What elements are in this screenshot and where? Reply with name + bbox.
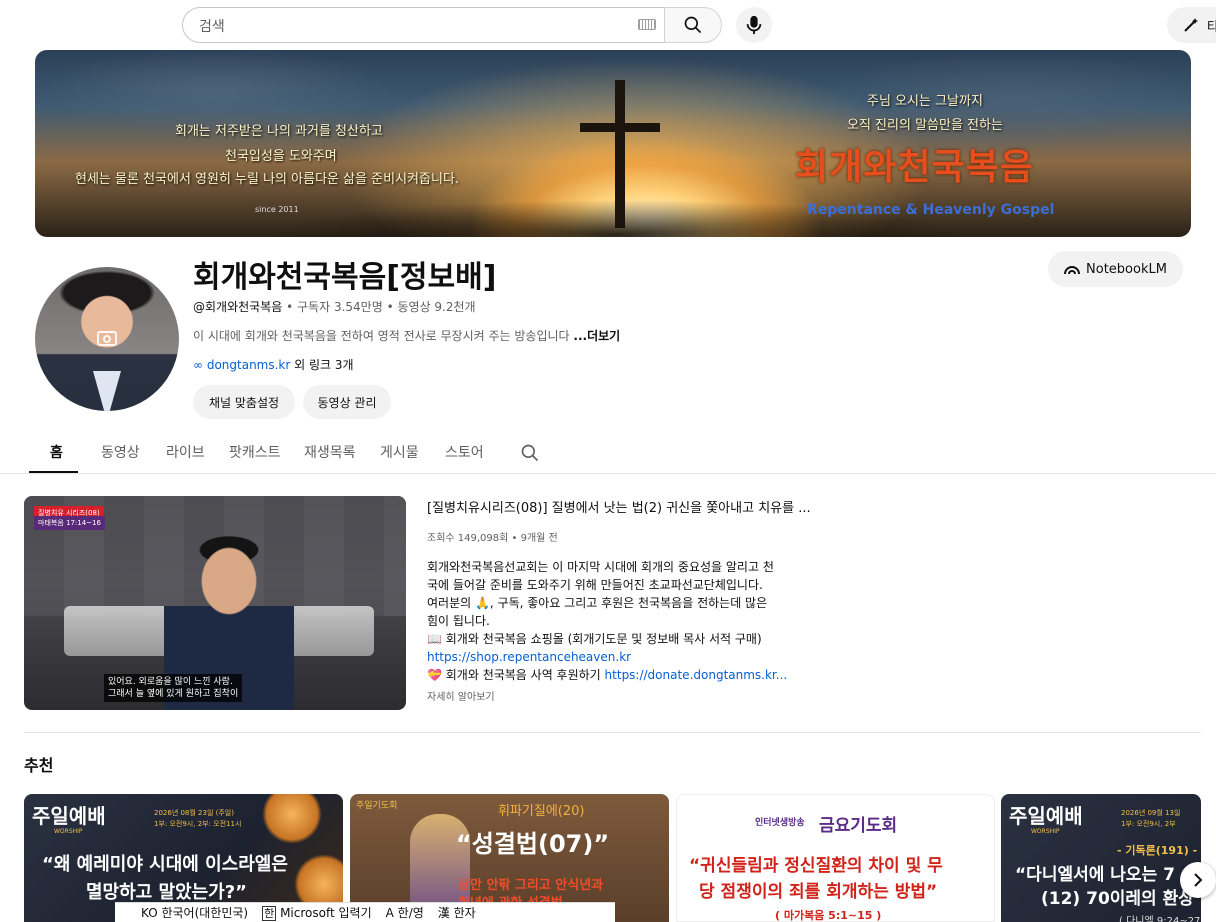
- banner-since: since 2011: [255, 205, 299, 214]
- banner-right-line-1: 주님 오시는 그날까지: [867, 94, 983, 109]
- channel-link[interactable]: dongtanms.kr: [207, 358, 290, 372]
- thumb-subtitle: 있어요. 외로움을 많이 느낀 사람. 그래서 늘 옆에 있게 원하고 집착이: [104, 674, 243, 702]
- hangul-icon: 한: [262, 906, 277, 921]
- link-icon: ∞: [193, 358, 203, 372]
- tab-videos[interactable]: 동영상: [101, 442, 140, 462]
- notebooklm-label: NotebookLM: [1086, 261, 1167, 277]
- featured-video-title[interactable]: [질병치유시리즈(08)] 질병에서 낫는 법(2) 귀신을 쫓아내고 치유를 …: [427, 497, 811, 516]
- channel-search-icon[interactable]: [520, 443, 540, 463]
- learn-more-link[interactable]: 자세히 알아보기: [427, 688, 495, 703]
- tab-home[interactable]: 홈: [50, 442, 63, 462]
- more-link[interactable]: ...더보기: [573, 329, 620, 343]
- recommended-title: 추천: [24, 756, 54, 775]
- ime-toolbar: KO 한국어(대한민국) 한 Microsoft 입력기 A 한/영 漢 한자: [115, 902, 615, 922]
- camera-icon[interactable]: [97, 331, 117, 346]
- cross-image: [615, 80, 625, 228]
- channel-handle: @회개와천국복음: [193, 300, 283, 314]
- letter-a-icon: A: [385, 906, 394, 920]
- thumb-verse-badge: 마태복음 17:14~16: [34, 516, 105, 530]
- featured-video-description: 회개와천국복음선교회는 이 마지막 시대에 회개의 중요성을 알리고 천 국에 …: [427, 560, 788, 682]
- tab-podcasts[interactable]: 팟캐스트: [229, 442, 281, 462]
- create-button[interactable]: 타: [1167, 7, 1216, 43]
- recommended-video-4[interactable]: 주일예배 WORSHIP 2026년 09월 13일 1부: 오전9시, 2부 …: [1001, 794, 1201, 922]
- banner-right-line-2: 오직 진리의 말씀만을 전하는: [847, 118, 1003, 133]
- tab-posts[interactable]: 게시물: [380, 442, 419, 462]
- create-label: 타: [1207, 19, 1216, 35]
- voice-search-button[interactable]: [736, 7, 772, 43]
- featured-video-meta: 조회수 149,098회 • 9개월 전: [427, 533, 558, 544]
- more-links[interactable]: 외 링크 3개: [294, 358, 353, 372]
- channel-links[interactable]: ∞ dongtanms.kr 외 링크 3개: [193, 356, 354, 373]
- shop-link[interactable]: https://shop.repentanceheaven.kr: [427, 650, 631, 664]
- chevron-right-icon: [1194, 873, 1203, 887]
- banner-left-line-3: 현세는 물론 천국에서 영원히 누릴 나의 아름다운 삶을 준비시켜줍니다.: [75, 172, 460, 187]
- notebooklm-button[interactable]: NotebookLM: [1048, 251, 1183, 287]
- channel-description-text: 이 시대에 회개와 천국복음을 전하여 영적 전사로 무장시켜 주는 방송입니다: [193, 329, 570, 343]
- channel-meta: @회개와천국복음 • 구독자 3.54만명 • 동영상 9.2천개: [193, 300, 476, 314]
- ime-mode[interactable]: A 한/영: [386, 904, 424, 921]
- ime-name-wrap[interactable]: 한 Microsoft 입력기: [262, 904, 372, 921]
- channel-banner: 회개는 저주받은 나의 과거를 청산하고 천국입성을 도와주며 현세는 물론 천…: [35, 50, 1191, 237]
- video-count: 동영상 9.2천개: [397, 300, 476, 314]
- search-icon: [684, 16, 702, 34]
- search-button[interactable]: [664, 7, 722, 43]
- magic-wand-icon: [1184, 18, 1198, 32]
- hanja-icon: 漢: [437, 906, 450, 920]
- microphone-icon: [746, 15, 762, 35]
- banner-left-line-1: 회개는 저주받은 나의 과거를 청산하고: [175, 124, 383, 139]
- featured-video-thumbnail[interactable]: 질병치유 시리즈(08) 마태복음 17:14~16 있어요. 외로움을 많이 …: [24, 496, 406, 710]
- tab-live[interactable]: 라이브: [166, 442, 205, 462]
- banner-left-line-2: 천국입성을 도와주며: [225, 149, 337, 164]
- channel-tabs: 홈 동영상 라이브 팟캐스트 재생목록 게시물 스토어: [0, 430, 1216, 474]
- banner-title: 회개와천국복음: [795, 147, 1034, 188]
- manage-videos-button[interactable]: 동영상 관리: [303, 385, 391, 419]
- search-input[interactable]: 검색: [182, 7, 666, 43]
- subscriber-count: 구독자 3.54만명: [297, 300, 383, 314]
- tab-store[interactable]: 스토어: [445, 442, 484, 462]
- customize-channel-button[interactable]: 채널 맞춤설정: [193, 385, 295, 419]
- notebooklm-icon: [1064, 266, 1081, 275]
- channel-description[interactable]: 이 시대에 회개와 천국복음을 전하여 영적 전사로 무장시켜 주는 방송입니다…: [193, 327, 620, 344]
- channel-name: 회개와천국복음[정보배]: [193, 260, 497, 295]
- tab-playlists[interactable]: 재생목록: [304, 442, 356, 462]
- ime-hanja[interactable]: 漢 한자: [438, 904, 476, 921]
- active-tab-indicator: [29, 471, 78, 473]
- search-placeholder: 검색: [199, 19, 225, 35]
- donate-link[interactable]: https://donate.dongtanms.kr...: [605, 668, 788, 682]
- keyboard-icon[interactable]: [638, 19, 656, 30]
- channel-avatar[interactable]: [35, 267, 179, 411]
- recommended-video-3[interactable]: 인터넷생방송 금요기도회 “귀신들림과 정신질환의 차이 및 무 당 점쟁이의 …: [676, 794, 995, 922]
- section-divider: [24, 732, 1201, 733]
- banner-english-title: Repentance & Heavenly Gospel: [807, 202, 1055, 218]
- next-arrow-button[interactable]: [1180, 862, 1216, 898]
- ime-language[interactable]: KO 한국어(대한민국): [141, 904, 248, 921]
